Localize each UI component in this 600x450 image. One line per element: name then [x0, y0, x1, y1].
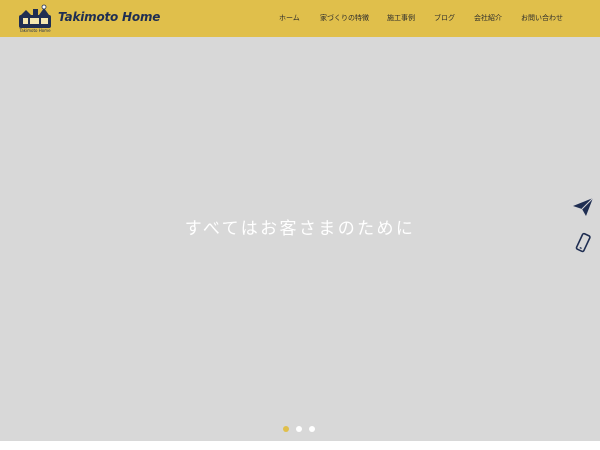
main-nav: ホーム 家づくりの特徴 施工事例 ブログ 会社紹介 お問い合わせ	[0, 0, 600, 37]
nav-item-works[interactable]: 施工事例	[387, 13, 415, 23]
nav-item-contact[interactable]: お問い合わせ	[521, 13, 563, 23]
nav-item-blog[interactable]: ブログ	[434, 13, 455, 23]
nav-item-company[interactable]: 会社紹介	[474, 13, 502, 23]
site-header: Takimoto Home Takimoto Home ホーム 家づくりの特徴 …	[0, 0, 600, 37]
paper-plane-icon[interactable]	[572, 197, 594, 217]
hero-slider: すべてはお客さまのために	[0, 37, 600, 441]
nav-item-home[interactable]: ホーム	[279, 13, 300, 23]
nav-item-features[interactable]: 家づくりの特徴	[320, 13, 369, 23]
slider-dot-1[interactable]	[283, 426, 289, 432]
smartphone-icon[interactable]	[574, 232, 592, 254]
page-bottom	[0, 441, 600, 450]
slider-dot-3[interactable]	[309, 426, 315, 432]
slider-dot-2[interactable]	[296, 426, 302, 432]
slider-dots	[283, 426, 323, 434]
hero-title: すべてはお客さまのために	[184, 219, 416, 239]
